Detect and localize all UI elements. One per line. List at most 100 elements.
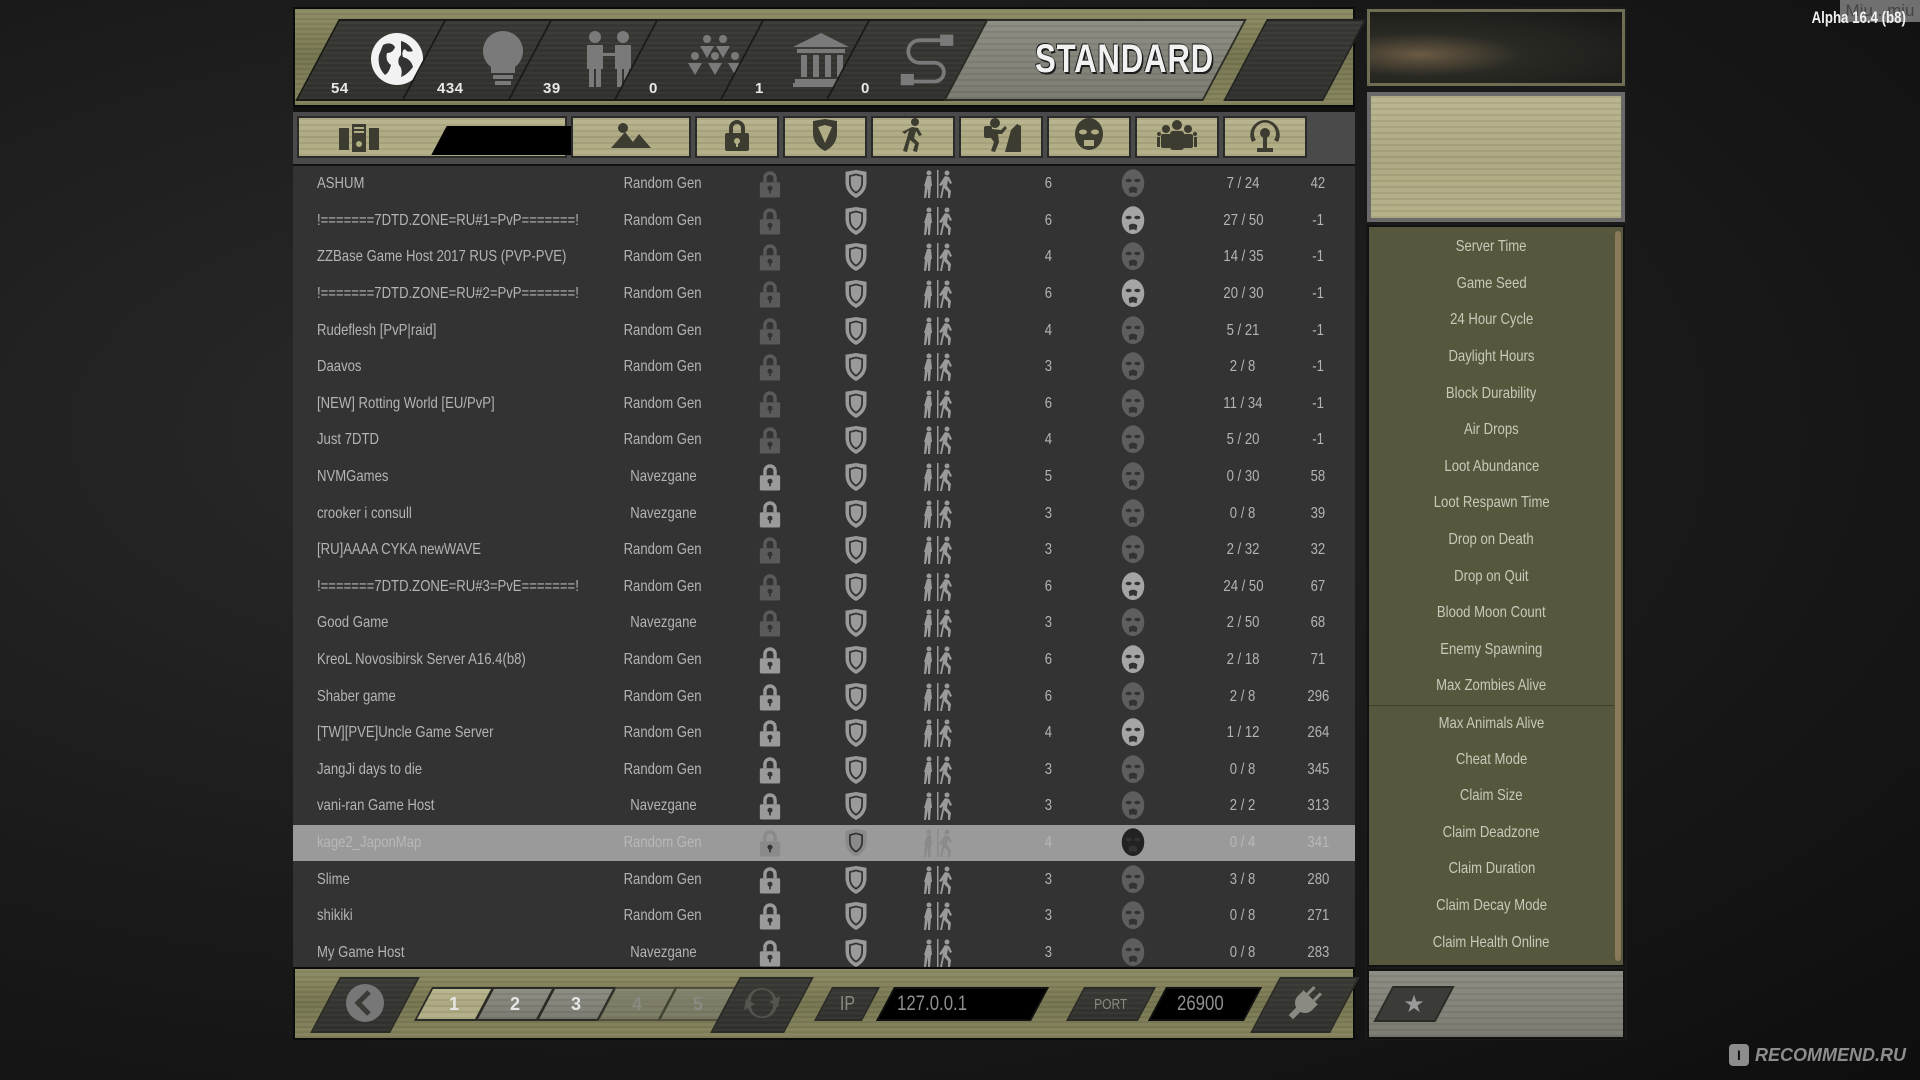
- lock-icon: [755, 752, 785, 789]
- favorites-area: ★: [1367, 969, 1625, 1039]
- running-person-icon: [900, 117, 926, 157]
- server-row[interactable]: !=======7DTD.ZONE=RU#3=PvE=======! Random…: [293, 569, 1355, 606]
- lock-icon: [755, 678, 785, 715]
- server-name: Shaber game: [317, 687, 396, 705]
- mode-slot[interactable]: [1223, 19, 1367, 101]
- mode-standard-tab[interactable]: STANDARD: [943, 19, 1247, 101]
- server-name: kage2_JaponMap: [317, 834, 422, 852]
- server-row[interactable]: Good Game Navezgane 3 2 / 50 68: [293, 605, 1355, 642]
- column-world-header[interactable]: [571, 116, 691, 158]
- column-players-header[interactable]: [1135, 116, 1219, 158]
- page-button-3[interactable]: 3: [535, 987, 617, 1021]
- server-row[interactable]: !=======7DTD.ZONE=RU#1=PvP=======! Random…: [293, 203, 1355, 240]
- zombie-head-icon: [1118, 825, 1148, 862]
- lock-icon: [755, 605, 785, 642]
- column-eac-header[interactable]: [783, 116, 867, 158]
- page-button-1[interactable]: 1: [413, 987, 495, 1021]
- setting-text: Drop on Death: [1448, 531, 1535, 549]
- server-row[interactable]: JangJi days to die Random Gen 3 0 / 8 345: [293, 752, 1355, 789]
- server-row[interactable]: ZZBase Game Host 2017 RUS (PVP-PVE) Rando…: [293, 239, 1355, 276]
- server-name: [NEW] Rotting World [EU/PvP]: [317, 394, 495, 412]
- zombie-head-icon: [1118, 752, 1148, 789]
- server-row[interactable]: crooker i consull Navezgane 3 0 / 8 39: [293, 495, 1355, 532]
- server-ping: 264: [1307, 724, 1329, 742]
- server-browser-panel: 54 434 39 0 1 0 STANDARD ASHUM Random Ge…: [293, 7, 1367, 1040]
- zombie-head-icon: [1118, 715, 1148, 752]
- server-world: Random Gen: [623, 724, 703, 742]
- server-players: 0 / 8: [1230, 907, 1256, 925]
- back-button[interactable]: [310, 977, 420, 1033]
- server-row[interactable]: !=======7DTD.ZONE=RU#2=PvP=======! Random…: [293, 276, 1355, 313]
- server-row[interactable]: Shaber game Random Gen 6 2 / 8 296: [293, 678, 1355, 715]
- server-row[interactable]: My Game Host Navezgane 3 0 / 8 283: [293, 935, 1355, 972]
- server-row[interactable]: Rudeflesh [PvP|raid] Random Gen 4 5 / 21 -1: [293, 312, 1355, 349]
- column-ping-header[interactable]: [1223, 116, 1307, 158]
- connect-button[interactable]: [1250, 977, 1360, 1033]
- server-row[interactable]: [RU]AAAA CYKA newWAVE Random Gen 3 2 / 32 32: [293, 532, 1355, 569]
- server-difficulty: 3: [1044, 797, 1052, 815]
- server-row[interactable]: ASHUM Random Gen 6 7 / 24 42: [293, 166, 1355, 203]
- server-row[interactable]: shikiki Random Gen 3 0 / 8 271: [293, 898, 1355, 935]
- shield-icon: [841, 678, 871, 715]
- server-ping: -1: [1312, 248, 1324, 266]
- column-zombies-header[interactable]: [1047, 116, 1131, 158]
- refresh-button[interactable]: [710, 977, 814, 1033]
- column-pvp-header[interactable]: [871, 116, 955, 158]
- favorite-button[interactable]: ★: [1373, 986, 1455, 1022]
- setting-text: Daylight Hours: [1448, 348, 1535, 366]
- setting-text: Blood Moon Count: [1437, 604, 1546, 622]
- server-row[interactable]: KreoL Novosibirsk Server A16.4(b8) Random…: [293, 642, 1355, 679]
- server-row[interactable]: [TW][PVE]Uncle Game Server Random Gen 4 1 /…: [293, 715, 1355, 752]
- setting-label: Claim Deadzone: [1369, 815, 1614, 852]
- server-ping: 71: [1310, 651, 1326, 669]
- server-difficulty: 4: [1044, 431, 1052, 449]
- port-input[interactable]: 26900: [1147, 987, 1263, 1021]
- server-difficulty: 3: [1044, 541, 1052, 559]
- server-ping: 42: [1310, 175, 1326, 193]
- page-button-2[interactable]: 2: [474, 987, 556, 1021]
- setting-text: Server Time: [1456, 238, 1527, 256]
- server-list[interactable]: ASHUM Random Gen 6 7 / 24 42 !=======7DTD.ZON…: [293, 166, 1355, 972]
- server-row[interactable]: NVMGames Navezgane 5 0 / 30 58: [293, 459, 1355, 496]
- watermark-text: RECOMMEND.RU: [1755, 1044, 1906, 1065]
- server-row[interactable]: kage2_JaponMap Random Gen 4 0 / 4 341: [293, 824, 1355, 862]
- shield-icon: [841, 239, 871, 276]
- ip-input[interactable]: 127.0.0.1: [875, 987, 1050, 1021]
- shield-icon: [841, 166, 871, 203]
- server-world: Navezgane: [629, 797, 697, 815]
- shield-icon: [812, 118, 838, 156]
- pvp-icon: [918, 898, 958, 935]
- column-name-header[interactable]: [297, 116, 621, 158]
- server-difficulty: 4: [1044, 321, 1052, 339]
- server-row[interactable]: Daavos Random Gen 3 2 / 8 -1: [293, 349, 1355, 386]
- server-players: 5 / 21: [1226, 321, 1260, 339]
- server-name: Slime: [317, 870, 350, 888]
- server-players: 2 / 32: [1226, 541, 1260, 559]
- setting-label: Loot Respawn Time: [1369, 485, 1614, 522]
- pvp-icon: [918, 861, 958, 898]
- zombie-head-icon: [1118, 642, 1148, 679]
- server-row[interactable]: vani-ran Game Host Navezgane 3 2 / 2 313: [293, 788, 1355, 825]
- chevron-left-icon: [345, 983, 385, 1028]
- server-category-bar: 54 434 39 0 1 0 STANDARD: [293, 7, 1367, 107]
- server-players: 2 / 8: [1230, 358, 1256, 376]
- setting-text: Game Seed: [1456, 274, 1527, 292]
- lock-icon: [755, 422, 785, 459]
- zombie-head-icon: [1118, 861, 1148, 898]
- server-row[interactable]: Slime Random Gen 3 3 / 8 280: [293, 861, 1355, 898]
- setting-text: Loot Abundance: [1444, 457, 1539, 475]
- server-row[interactable]: [NEW] Rotting World [EU/PvP] Random Gen 6 1…: [293, 386, 1355, 423]
- server-difficulty: 6: [1044, 651, 1052, 669]
- zombie-head-icon: [1118, 459, 1148, 496]
- settings-scrollbar[interactable]: [1615, 231, 1621, 961]
- lock-icon: [755, 642, 785, 679]
- server-difficulty: 6: [1044, 577, 1052, 595]
- server-row[interactable]: Just 7DTD Random Gen 4 5 / 20 -1: [293, 422, 1355, 459]
- setting-text: 24 Hour Cycle: [1449, 311, 1534, 329]
- server-players: 0 / 4: [1230, 834, 1256, 852]
- server-ping: 58: [1310, 468, 1326, 486]
- pvp-icon: [918, 678, 958, 715]
- column-difficulty-header[interactable]: [959, 116, 1043, 158]
- server-world: Random Gen: [623, 870, 703, 888]
- column-password-header[interactable]: [695, 116, 779, 158]
